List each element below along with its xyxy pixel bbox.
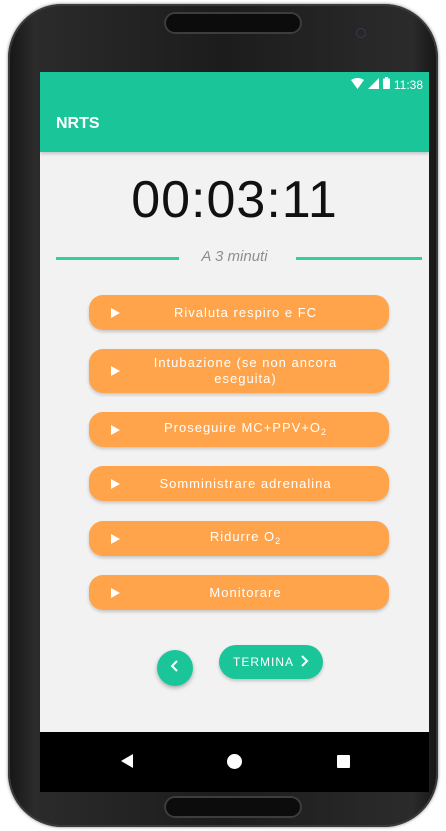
back-button[interactable] xyxy=(157,650,193,686)
battery-icon xyxy=(382,76,390,94)
action-button-proseguire[interactable]: Proseguire MC+PPV+O2 xyxy=(89,412,389,447)
phone-frame: 11:38 NRTS 00:03:11 A 3 minuti Rivaluta … xyxy=(8,4,438,827)
app-screen: 11:38 NRTS 00:03:11 A 3 minuti Rivaluta … xyxy=(40,72,429,792)
action-label: Somministrare adrenalina xyxy=(159,475,332,491)
play-icon xyxy=(111,424,120,435)
play-icon xyxy=(111,533,120,544)
back-icon[interactable] xyxy=(121,754,133,768)
app-title: NRTS xyxy=(56,115,100,132)
signal-icon xyxy=(367,76,379,94)
action-label: Monitorare xyxy=(209,584,282,600)
action-label: Ridurre O2 xyxy=(209,528,282,546)
action-label: Rivaluta respiro e FC xyxy=(173,304,318,320)
home-icon[interactable] xyxy=(227,754,242,769)
chevron-right-icon xyxy=(300,654,309,670)
status-time: 11:38 xyxy=(393,77,423,92)
action-label: Proseguire MC+PPV+O2 xyxy=(163,419,328,437)
action-button-ridurre[interactable]: Ridurre O2 xyxy=(89,521,389,556)
app-bar: NRTS xyxy=(40,97,429,152)
divider-right xyxy=(296,257,422,260)
action-button-intubazione[interactable]: Intubazione (se non ancora eseguita) xyxy=(89,349,389,393)
terminate-button[interactable]: TERMINA xyxy=(219,645,323,679)
elapsed-timer: 00:03:11 xyxy=(131,171,338,229)
status-bar: 11:38 xyxy=(40,72,429,97)
wifi-icon xyxy=(350,76,364,94)
navigation-bar xyxy=(40,732,429,792)
play-icon xyxy=(111,478,120,489)
action-label: Intubazione (se non ancora eseguita) xyxy=(153,355,338,386)
chevron-left-icon xyxy=(170,659,180,677)
recents-icon[interactable] xyxy=(337,755,350,768)
front-camera xyxy=(356,28,366,38)
action-button-adrenalina[interactable]: Somministrare adrenalina xyxy=(89,466,389,501)
action-button-monitorare[interactable]: Monitorare xyxy=(89,575,389,610)
play-icon xyxy=(111,587,120,598)
play-icon xyxy=(111,307,120,318)
action-button-rivaluta[interactable]: Rivaluta respiro e FC xyxy=(89,295,389,330)
top-speaker xyxy=(164,12,302,34)
terminate-label: TERMINA xyxy=(233,655,294,669)
bottom-speaker xyxy=(164,796,302,818)
play-icon xyxy=(111,366,120,376)
